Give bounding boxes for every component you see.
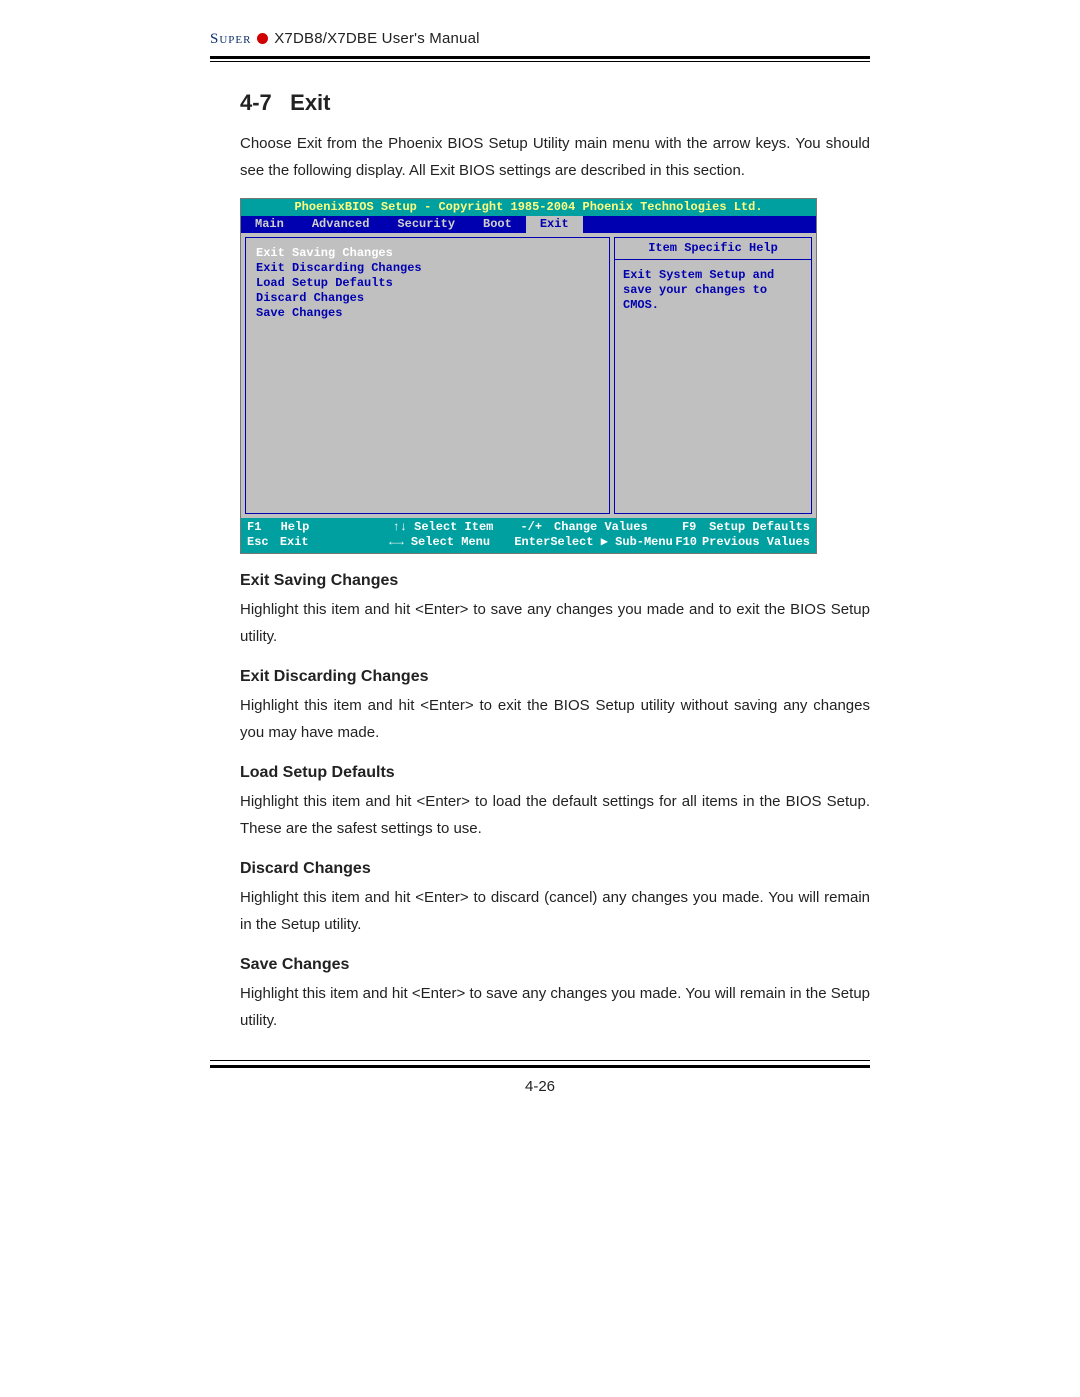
header-rule-thick (210, 56, 870, 59)
bios-footer-line2: Esc Exit ←→ Select Menu Enter Select ▶ S… (247, 535, 810, 550)
bios-footer-line1: F1 Help ↑↓ Select Item -/+ Change Values… (247, 520, 810, 535)
key-updown-action: ↑↓ Select Item (393, 520, 521, 535)
key-leftright-action: ←→ Select Menu (389, 535, 514, 550)
manual-page: Super X7DB8/X7DBE User's Manual 4-7 Exit… (180, 0, 900, 1115)
bios-menu-pane: Exit Saving Changes Exit Discarding Chan… (245, 237, 610, 514)
bios-menu-exit-discarding[interactable]: Exit Discarding Changes (256, 261, 599, 276)
key-f9-action: Setup Defaults (709, 520, 810, 535)
key-enter-action: Select ▶ Sub-Menu (550, 535, 675, 550)
subsection-title-4: Save Changes (240, 956, 870, 974)
page-header: Super X7DB8/X7DBE User's Manual (210, 30, 870, 52)
bios-tab-advanced[interactable]: Advanced (298, 216, 384, 233)
key-f10: F10 (675, 535, 702, 550)
subsection-title-0: Exit Saving Changes (240, 572, 870, 590)
bios-body: Exit Saving Changes Exit Discarding Chan… (241, 233, 816, 518)
bios-menu-save-changes[interactable]: Save Changes (256, 306, 599, 321)
bios-help-pane: Item Specific Help Exit System Setup and… (614, 237, 812, 514)
key-f1: F1 (247, 520, 281, 535)
subsection-body-3: Highlight this item and hit <Enter> to d… (240, 884, 870, 938)
key-esc: Esc (247, 535, 280, 550)
key-change-values: Change Values (554, 520, 682, 535)
bios-footer-keys: F1 Help ↑↓ Select Item -/+ Change Values… (241, 518, 816, 553)
manual-title: X7DB8/X7DBE User's Manual (274, 30, 479, 47)
section-title: Exit (290, 90, 330, 115)
brand-logo-text: Super (210, 31, 251, 47)
bios-tab-security[interactable]: Security (383, 216, 469, 233)
bios-tabbar: Main Advanced Security Boot Exit (241, 216, 816, 233)
bios-help-body: Exit System Setup and save your changes … (615, 260, 811, 321)
bios-titlebar: PhoenixBIOS Setup - Copyright 1985-2004 … (241, 199, 816, 216)
bios-screenshot: PhoenixBIOS Setup - Copyright 1985-2004 … (240, 198, 817, 554)
key-f9: F9 (682, 520, 709, 535)
subsection-body-2: Highlight this item and hit <Enter> to l… (240, 788, 870, 842)
subsection-title-2: Load Setup Defaults (240, 764, 870, 782)
subsection-body-0: Highlight this item and hit <Enter> to s… (240, 596, 870, 650)
section-intro: Choose Exit from the Phoenix BIOS Setup … (240, 130, 870, 184)
key-minus-plus: -/+ (520, 520, 554, 535)
key-leftright (350, 535, 389, 550)
subsection-body-4: Highlight this item and hit <Enter> to s… (240, 980, 870, 1034)
footer-rule-thick (210, 1065, 870, 1068)
bios-menu-exit-saving[interactable]: Exit Saving Changes (256, 246, 599, 261)
subsection-title-1: Exit Discarding Changes (240, 668, 870, 686)
bios-tab-boot[interactable]: Boot (469, 216, 526, 233)
bios-menu-discard-changes[interactable]: Discard Changes (256, 291, 599, 306)
page-content: 4-7 Exit Choose Exit from the Phoenix BI… (210, 62, 870, 1058)
key-updown (353, 520, 393, 535)
subsection-title-3: Discard Changes (240, 860, 870, 878)
key-enter: Enter (514, 535, 550, 550)
brand-dot-icon (257, 33, 268, 44)
bios-tab-main[interactable]: Main (241, 216, 298, 233)
page-number: 4-26 (210, 1078, 870, 1095)
footer-rule-thin (210, 1060, 870, 1061)
key-f1-action: Help (281, 520, 353, 535)
key-f10-action: Previous Values (702, 535, 810, 550)
key-esc-action: Exit (280, 535, 350, 550)
section-number: 4-7 (240, 90, 272, 115)
subsection-body-1: Highlight this item and hit <Enter> to e… (240, 692, 870, 746)
bios-tab-exit[interactable]: Exit (526, 216, 583, 233)
section-heading: 4-7 Exit (240, 90, 870, 116)
bios-help-title: Item Specific Help (615, 238, 811, 260)
bios-menu-load-defaults[interactable]: Load Setup Defaults (256, 276, 599, 291)
